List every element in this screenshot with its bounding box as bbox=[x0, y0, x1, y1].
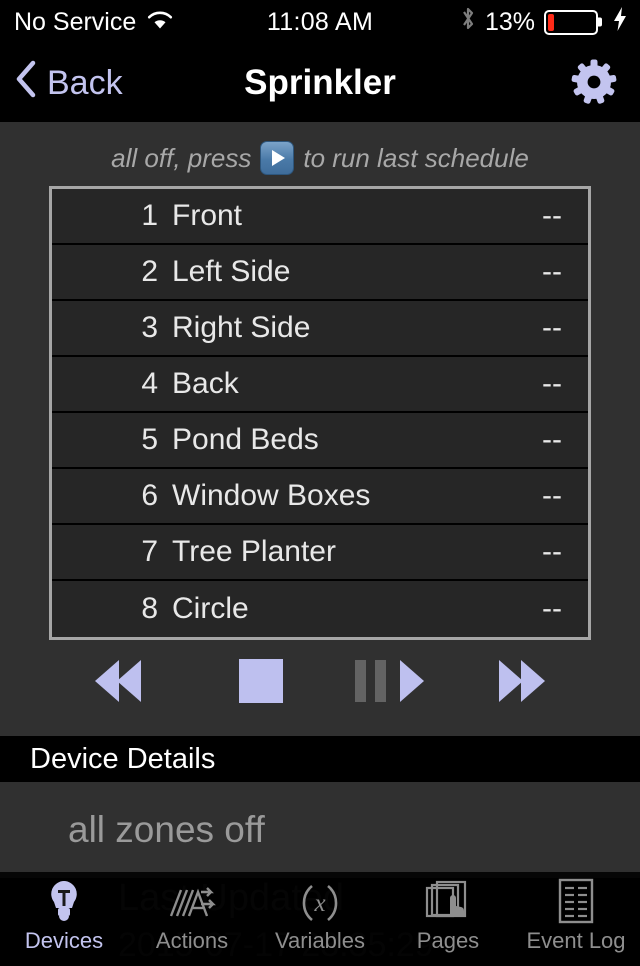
tab-pages[interactable]: Pages bbox=[384, 872, 512, 960]
carrier-label: No Service bbox=[14, 7, 137, 36]
pause-icon bbox=[355, 660, 386, 702]
zone-row[interactable]: 1 Front -- bbox=[52, 189, 588, 245]
pages-hand-icon bbox=[424, 878, 472, 924]
zone-row[interactable]: 2 Left Side -- bbox=[52, 245, 588, 301]
fast-forward-button[interactable] bbox=[499, 660, 545, 702]
zone-number: 3 bbox=[141, 311, 158, 344]
device-details-title: Device Details bbox=[30, 742, 216, 775]
main-content: all off, press to run last schedule 1 Fro… bbox=[0, 122, 640, 736]
zone-row[interactable]: 7 Tree Planter -- bbox=[52, 525, 588, 581]
lightbulb-icon bbox=[42, 878, 86, 924]
zone-value: -- bbox=[542, 199, 562, 232]
tab-label: Actions bbox=[155, 928, 229, 953]
variable-x-icon: x bbox=[297, 878, 343, 924]
svg-text:x: x bbox=[313, 890, 325, 917]
zone-number: 7 bbox=[141, 535, 158, 568]
zone-value: -- bbox=[542, 535, 562, 568]
navigation-bar: Back Sprinkler bbox=[0, 44, 640, 122]
zone-row[interactable]: 6 Window Boxes -- bbox=[52, 469, 588, 525]
play-icon bbox=[400, 660, 424, 702]
stop-button[interactable] bbox=[239, 659, 283, 703]
status-bar-right: 13% bbox=[460, 5, 628, 39]
zone-value: -- bbox=[542, 423, 562, 456]
gear-icon bbox=[570, 58, 618, 109]
zone-name: Front bbox=[172, 199, 243, 232]
zone-name: Circle bbox=[172, 592, 249, 625]
zone-name: Back bbox=[172, 367, 239, 400]
chevron-left-icon bbox=[14, 59, 38, 108]
stop-icon bbox=[239, 659, 283, 703]
zone-name: Window Boxes bbox=[172, 479, 371, 512]
schedule-hint-after: to run last schedule bbox=[303, 142, 529, 173]
pause-button[interactable] bbox=[355, 660, 386, 702]
back-button-label: Back bbox=[47, 63, 123, 102]
zone-row[interactable]: 8 Circle -- bbox=[52, 581, 588, 637]
device-status-value: all zones off bbox=[68, 809, 265, 850]
tab-actions[interactable]: Actions bbox=[128, 872, 256, 960]
rewind-button[interactable] bbox=[95, 660, 141, 702]
device-details-body: all zones off bbox=[0, 782, 640, 878]
status-bar-left: No Service bbox=[14, 8, 174, 37]
device-details-header: Device Details bbox=[0, 736, 640, 782]
pause-play-group bbox=[355, 660, 424, 702]
tab-label: Event Log bbox=[526, 928, 626, 953]
schedule-hint-before: all off, press bbox=[111, 142, 252, 173]
zone-number: 2 bbox=[141, 255, 158, 288]
zone-name: Left Side bbox=[172, 255, 291, 288]
transport-controls bbox=[49, 644, 591, 718]
zone-number: 5 bbox=[141, 423, 158, 456]
tab-label: Pages bbox=[416, 928, 480, 953]
zone-number: 6 bbox=[141, 479, 158, 512]
zone-name: Right Side bbox=[172, 311, 311, 344]
battery-icon bbox=[544, 9, 598, 35]
action-arrow-icon bbox=[167, 878, 217, 924]
zone-number: 1 bbox=[141, 199, 158, 232]
fast-forward-icon bbox=[499, 660, 545, 702]
zone-value: -- bbox=[542, 367, 562, 400]
zone-value: -- bbox=[542, 255, 562, 288]
zone-list: 1 Front -- 2 Left Side -- 3 Right Side -- 4 Back --… bbox=[49, 186, 591, 640]
zone-number: 4 bbox=[141, 367, 158, 400]
battery-fill bbox=[548, 13, 554, 31]
zone-name: Pond Beds bbox=[172, 423, 319, 456]
tab-label: Devices bbox=[24, 928, 104, 953]
back-button[interactable]: Back bbox=[14, 59, 123, 108]
zone-name: Tree Planter bbox=[172, 535, 336, 568]
battery-percent-label: 13% bbox=[484, 7, 535, 36]
schedule-hint: all off, press to run last schedule bbox=[111, 138, 529, 178]
status-bar: No Service 11:08 AM 13% bbox=[0, 0, 640, 44]
tab-variables[interactable]: x Variables bbox=[256, 872, 384, 960]
play-button[interactable] bbox=[400, 660, 424, 702]
tab-label: Variables bbox=[274, 928, 366, 953]
bluetooth-icon bbox=[460, 5, 476, 39]
document-lines-icon bbox=[554, 878, 598, 924]
zone-value: -- bbox=[542, 479, 562, 512]
zone-value: -- bbox=[542, 592, 562, 625]
zone-row[interactable]: 3 Right Side -- bbox=[52, 301, 588, 357]
zone-row[interactable]: 4 Back -- bbox=[52, 357, 588, 413]
wifi-icon bbox=[146, 8, 174, 37]
tab-event-log[interactable]: Event Log bbox=[512, 872, 640, 960]
lightning-bolt-icon bbox=[612, 6, 628, 39]
play-button-icon[interactable] bbox=[260, 141, 295, 175]
settings-button[interactable] bbox=[570, 58, 618, 109]
zone-value: -- bbox=[542, 311, 562, 344]
zone-number: 8 bbox=[141, 592, 158, 625]
tab-bar: Devices Actions x Variables Pages Event Log bbox=[0, 872, 640, 960]
zone-row[interactable]: 5 Pond Beds -- bbox=[52, 413, 588, 469]
tab-devices[interactable]: Devices bbox=[0, 872, 128, 960]
rewind-icon bbox=[95, 660, 141, 702]
